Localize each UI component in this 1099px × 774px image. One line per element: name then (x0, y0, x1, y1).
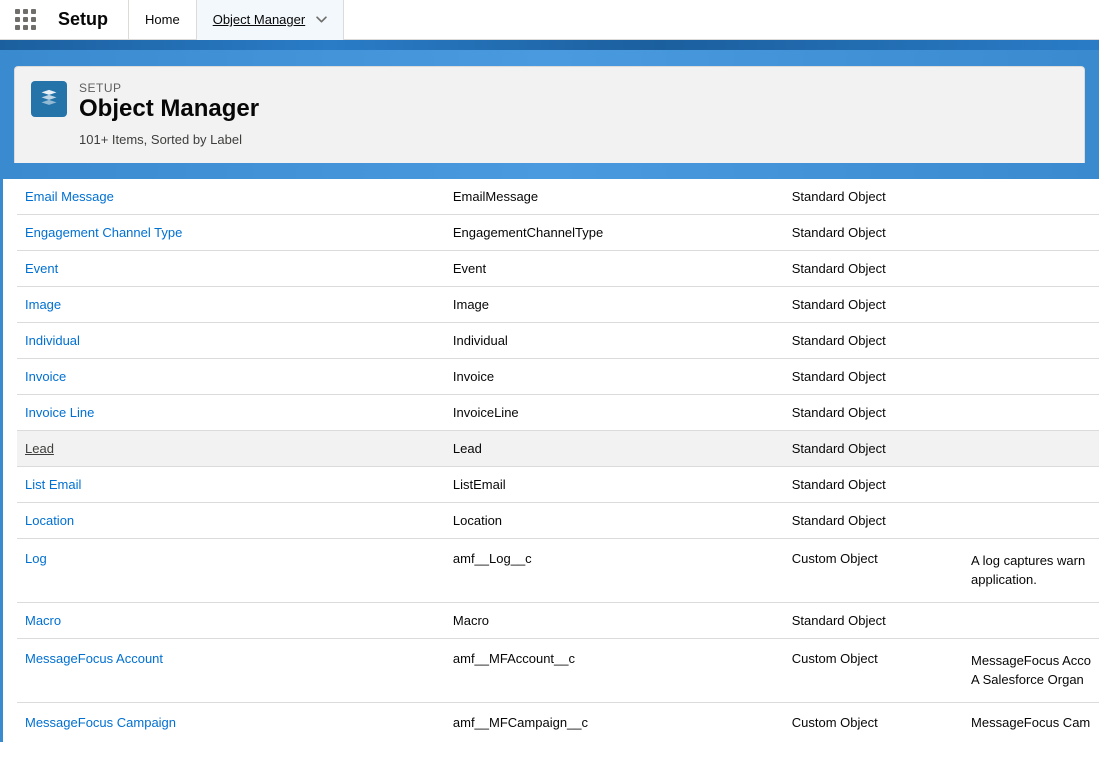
object-label-link[interactable]: Macro (25, 613, 61, 628)
object-api-name: Lead (445, 430, 784, 466)
app-launcher-icon (15, 9, 36, 30)
object-label-link[interactable]: Engagement Channel Type (25, 225, 182, 240)
object-table: Email MessageEmailMessageStandard Object… (17, 179, 1099, 743)
object-description (963, 602, 1099, 638)
object-api-name: EngagementChannelType (445, 214, 784, 250)
object-label-link[interactable]: Image (25, 297, 61, 312)
object-description (963, 214, 1099, 250)
table-row: EventEventStandard Object (17, 250, 1099, 286)
object-api-name: Event (445, 250, 784, 286)
header-text: SETUP Object Manager 101+ Items, Sorted … (79, 81, 259, 147)
object-api-name: Image (445, 286, 784, 322)
object-label-link[interactable]: Location (25, 513, 74, 528)
object-label-link[interactable]: MessageFocus Campaign (25, 715, 176, 730)
object-label-link[interactable]: Lead (25, 441, 54, 456)
table-row: Log amf__Log__cCustom ObjectA log capture… (17, 538, 1099, 602)
object-api-name: amf__MFAccount__c (445, 638, 784, 702)
object-label-link[interactable]: Email Message (25, 189, 114, 204)
object-description (963, 358, 1099, 394)
object-api-name: amf__MFCampaign__c (445, 702, 784, 742)
nav-tabs: Home Object Manager (128, 0, 344, 40)
nav-tab-label: Home (145, 12, 180, 27)
object-type: Standard Object (784, 430, 963, 466)
table-row: MacroMacroStandard Object (17, 602, 1099, 638)
top-nav: Setup Home Object Manager (0, 0, 1099, 40)
object-description: A log captures warnapplication. (963, 538, 1099, 602)
object-description (963, 430, 1099, 466)
table-row: IndividualIndividualStandard Object (17, 322, 1099, 358)
object-type: Standard Object (784, 602, 963, 638)
object-type: Custom Object (784, 538, 963, 602)
object-description (963, 466, 1099, 502)
object-type: Standard Object (784, 322, 963, 358)
page-title: Object Manager (79, 95, 259, 124)
page-header: SETUP Object Manager 101+ Items, Sorted … (14, 66, 1085, 163)
object-api-name: Invoice (445, 358, 784, 394)
table-row: Engagement Channel Type EngagementChannel… (17, 214, 1099, 250)
nav-tab-label: Object Manager (213, 12, 306, 27)
table-row: MessageFocus Campaign amf__MFCampaign__cC… (17, 702, 1099, 742)
object-type: Standard Object (784, 466, 963, 502)
decorative-bar (0, 40, 1099, 50)
object-label-link[interactable]: Log (25, 551, 47, 566)
object-api-name: Individual (445, 322, 784, 358)
object-description: MessageFocus AccoA Salesforce Organ (963, 638, 1099, 702)
chevron-down-icon[interactable] (315, 14, 327, 26)
object-label-link[interactable]: Invoice Line (25, 405, 94, 420)
object-type: Standard Object (784, 179, 963, 215)
object-api-name: InvoiceLine (445, 394, 784, 430)
nav-tab-home[interactable]: Home (128, 0, 196, 40)
object-api-name: EmailMessage (445, 179, 784, 215)
page-header-wrap: SETUP Object Manager 101+ Items, Sorted … (0, 50, 1099, 163)
header-breadcrumb: SETUP (79, 81, 259, 95)
object-label-link[interactable]: MessageFocus Account (25, 651, 163, 666)
object-type: Standard Object (784, 502, 963, 538)
decorative-strip (0, 163, 1099, 179)
object-description (963, 250, 1099, 286)
object-type: Standard Object (784, 358, 963, 394)
table-row: LocationLocationStandard Object (17, 502, 1099, 538)
object-label-link[interactable]: List Email (25, 477, 81, 492)
table-row: List Email ListEmailStandard Object (17, 466, 1099, 502)
object-type: Custom Object (784, 702, 963, 742)
table-row: ImageImageStandard Object (17, 286, 1099, 322)
table-row: LeadLeadStandard Object (17, 430, 1099, 466)
object-description (963, 502, 1099, 538)
table-row: InvoiceInvoiceStandard Object (17, 358, 1099, 394)
object-description: MessageFocus Cam (963, 702, 1099, 742)
object-description (963, 286, 1099, 322)
nav-app-title: Setup (50, 9, 128, 30)
object-description (963, 179, 1099, 215)
object-type: Custom Object (784, 638, 963, 702)
object-label-link[interactable]: Invoice (25, 369, 66, 384)
object-type: Standard Object (784, 250, 963, 286)
app-launcher-button[interactable] (0, 0, 50, 40)
table-row: Email Message EmailMessageStandard Object (17, 179, 1099, 215)
table-wrap: Email MessageEmailMessageStandard Object… (0, 179, 1099, 743)
object-description (963, 322, 1099, 358)
object-api-name: Location (445, 502, 784, 538)
object-manager-icon (31, 81, 67, 117)
object-description (963, 394, 1099, 430)
table-row: MessageFocus Account amf__MFAccount__cCus… (17, 638, 1099, 702)
table-row: Invoice Line InvoiceLineStandard Object (17, 394, 1099, 430)
object-type: Standard Object (784, 286, 963, 322)
object-api-name: amf__Log__c (445, 538, 784, 602)
object-label-link[interactable]: Individual (25, 333, 80, 348)
nav-tab-object-manager[interactable]: Object Manager (196, 0, 345, 40)
header-subtitle: 101+ Items, Sorted by Label (79, 132, 259, 147)
object-label-link[interactable]: Event (25, 261, 58, 276)
object-type: Standard Object (784, 394, 963, 430)
object-type: Standard Object (784, 214, 963, 250)
object-api-name: ListEmail (445, 466, 784, 502)
object-api-name: Macro (445, 602, 784, 638)
